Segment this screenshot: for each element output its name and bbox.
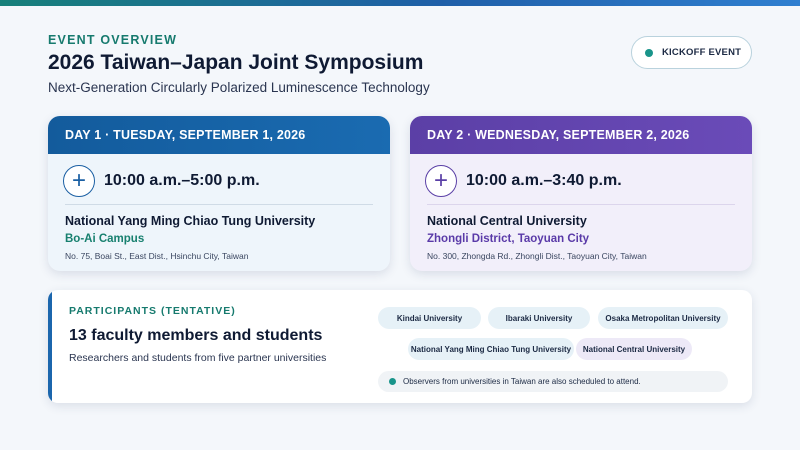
day-2-time: 10:00 a.m.–3:40 p.m. <box>466 172 622 189</box>
day-1-divider <box>65 204 373 205</box>
page-subtitle: Next-Generation Circularly Polarized Lum… <box>48 80 430 95</box>
note-dot-icon <box>389 378 396 385</box>
day-2-address: No. 300, Zhongda Rd., Zhongli Dist., Tao… <box>427 251 647 261</box>
university-chip: Ibaraki University <box>488 307 590 329</box>
day-2-header: DAY 2 · WEDNESDAY, SEPTEMBER 2, 2026 <box>410 116 752 154</box>
participants-accent-bar <box>48 290 52 403</box>
day-1-card: DAY 1 · TUESDAY, SEPTEMBER 1, 2026 + 10:… <box>48 116 390 271</box>
plus-circle-icon: + <box>63 165 95 197</box>
day-1-header: DAY 1 · TUESDAY, SEPTEMBER 1, 2026 <box>48 116 390 154</box>
university-chip: National Yang Ming Chiao Tung University <box>408 338 574 360</box>
day-2-campus: Zhongli District, Taoyuan City <box>427 233 590 245</box>
day-2-time-row: + 10:00 a.m.–3:40 p.m. <box>425 165 622 197</box>
day-2-card: DAY 2 · WEDNESDAY, SEPTEMBER 2, 2026 + 1… <box>410 116 752 271</box>
plus-circle-icon: + <box>425 165 457 197</box>
day-1-time: 10:00 a.m.–5:00 p.m. <box>104 172 260 189</box>
day-1-time-row: + 10:00 a.m.–5:00 p.m. <box>63 165 260 197</box>
kickoff-badge: KICKOFF EVENT <box>631 36 752 69</box>
kickoff-badge-label: KICKOFF EVENT <box>662 47 742 58</box>
day-1-venue: National Yang Ming Chiao Tung University <box>65 214 316 228</box>
observers-note-text: Observers from universities in Taiwan ar… <box>403 377 641 386</box>
participants-eyebrow: PARTICIPANTS (TENTATIVE) <box>69 305 236 317</box>
day-1-address: No. 75, Boai St., East Dist., Hsinchu Ci… <box>65 251 249 261</box>
participants-count: 13 faculty members and students <box>69 327 323 344</box>
section-eyebrow: EVENT OVERVIEW <box>48 33 178 47</box>
day-2-venue: National Central University <box>427 214 587 228</box>
top-accent-bar <box>0 0 800 6</box>
observers-note: Observers from universities in Taiwan ar… <box>378 371 728 392</box>
day-2-divider <box>427 204 735 205</box>
day-1-campus: Bo-Ai Campus <box>65 233 145 245</box>
status-dot-icon <box>645 48 653 57</box>
participants-description: Researchers and students from five partn… <box>69 352 327 364</box>
page-title: 2026 Taiwan–Japan Joint Symposium <box>48 51 424 74</box>
university-chip: Kindai University <box>378 307 481 329</box>
university-chip: Osaka Metropolitan University <box>598 307 728 329</box>
university-chip: National Central University <box>576 338 692 360</box>
participants-card: PARTICIPANTS (TENTATIVE) 13 faculty memb… <box>48 290 752 403</box>
